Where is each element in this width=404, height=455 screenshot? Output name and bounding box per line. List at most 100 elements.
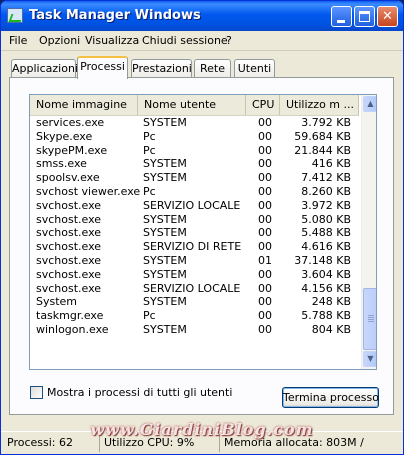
close-icon: ✕	[382, 9, 393, 24]
scrollbar-thumb[interactable]	[363, 288, 376, 350]
table-row[interactable]: svchost.exe SERVIZIO LOCALE 00 4.156 KB	[30, 282, 359, 296]
process-cpu: 00	[258, 267, 272, 281]
tab-utenti[interactable]: Utenti	[234, 59, 275, 78]
process-memory: 804 KB	[311, 323, 351, 336]
process-user-name: SYSTEM	[143, 116, 187, 129]
menu-help[interactable]: ?	[226, 34, 232, 47]
tab-applicazioni[interactable]: Applicazioni	[11, 59, 78, 78]
process-image-name: svchost.exe	[36, 254, 102, 267]
process-image-name: svchost.exe	[36, 198, 102, 212]
vertical-scrollbar[interactable]: ▲ ▼	[361, 95, 376, 369]
task-manager-window: Task Manager Windows ✕ File Opzioni Visu…	[0, 0, 404, 455]
process-cpu: 00	[258, 116, 272, 129]
process-user-name: Pc	[143, 143, 156, 157]
grip-line	[368, 321, 374, 322]
process-image-name: taskmgr.exe	[36, 309, 104, 323]
process-cpu: 00	[258, 212, 272, 226]
watermark: www.GiardiniBlog.com	[90, 420, 314, 439]
process-user-name: SYSTEM	[143, 295, 187, 309]
process-memory: 8.260 KB	[301, 185, 351, 198]
menu-visualizza[interactable]: Visualizza	[85, 34, 139, 47]
column-header-user-name[interactable]: Nome utente	[138, 95, 246, 115]
process-image-name: smss.exe	[36, 157, 87, 171]
process-user-name: SYSTEM	[143, 226, 187, 240]
column-header-image-name[interactable]: Nome immagine	[30, 95, 138, 115]
close-button[interactable]: ✕	[377, 6, 398, 27]
end-process-button[interactable]: Termina processo	[282, 387, 379, 408]
process-memory: 4.616 KB	[301, 240, 351, 254]
process-memory: 37.148 KB	[294, 254, 351, 267]
process-image-name: winlogon.exe	[36, 323, 109, 336]
process-image-name: spoolsv.exe	[36, 171, 100, 185]
grip-line	[368, 315, 374, 316]
scroll-down-arrow-icon: ▼	[367, 354, 374, 363]
table-row[interactable]: System SYSTEM 00 248 KB	[30, 295, 359, 309]
table-row[interactable]: svchost.exe SYSTEM 00 5.488 KB	[30, 226, 359, 240]
process-user-name: SERVIZIO DI RETE	[143, 240, 242, 254]
process-image-name: svchost.exe	[36, 226, 102, 240]
minimize-icon	[337, 20, 345, 23]
process-user-name: SYSTEM	[143, 212, 187, 226]
menu-file[interactable]: File	[9, 34, 27, 47]
table-row[interactable]: smss.exe SYSTEM 00 416 KB	[30, 157, 359, 171]
process-image-name: svchost.exe	[36, 212, 102, 226]
process-memory: 5.080 KB	[301, 212, 351, 226]
process-user-name: Pc	[143, 309, 156, 323]
table-row[interactable]: skypePM.exe Pc 00 21.844 KB	[30, 144, 359, 158]
process-user-name: SYSTEM	[143, 157, 187, 171]
process-user-name: SERVIZIO LOCALE	[143, 198, 241, 212]
tab-rete[interactable]: Rete	[194, 59, 231, 78]
process-memory: 59.684 KB	[294, 129, 351, 143]
menu-opzioni[interactable]: Opzioni	[39, 34, 80, 47]
process-image-name: svchost.exe	[36, 267, 102, 281]
maximize-button[interactable]	[354, 6, 375, 27]
process-image-name: Skype.exe	[36, 129, 93, 143]
scroll-up-button[interactable]: ▲	[363, 96, 376, 112]
process-memory: 3.792 KB	[301, 116, 351, 129]
table-row[interactable]: services.exe SYSTEM 00 3.792 KB	[30, 116, 359, 130]
process-user-name: SYSTEM	[143, 267, 187, 281]
process-cpu: 00	[258, 157, 272, 171]
grip-line	[368, 317, 374, 318]
table-row[interactable]: svchost.exe SYSTEM 00 5.080 KB	[30, 213, 359, 227]
process-image-name: svchost.exe	[36, 281, 102, 295]
process-image-name: services.exe	[36, 116, 105, 129]
column-header-memory[interactable]: Utilizzo m ...	[280, 95, 359, 115]
task-manager-icon	[7, 8, 23, 23]
process-image-name: skypePM.exe	[36, 143, 108, 157]
table-row[interactable]: svchost viewer.exe Pc 00 8.260 KB	[30, 185, 359, 199]
process-cpu: 00	[258, 185, 272, 198]
process-cpu: 00	[258, 198, 272, 212]
process-list[interactable]: Nome immagine Nome utente CPU Utilizzo m…	[29, 94, 377, 370]
tab-prestazioni[interactable]: Prestazioni	[131, 59, 192, 78]
window-title: Task Manager Windows	[29, 8, 201, 23]
tab-processi[interactable]: Processi	[77, 56, 128, 79]
title-bar[interactable]: Task Manager Windows ✕	[1, 1, 403, 31]
process-cpu: 01	[258, 254, 272, 267]
table-row[interactable]: svchost.exe SERVIZIO DI RETE 00 4.616 KB	[30, 240, 359, 254]
process-cpu: 00	[258, 143, 272, 157]
process-memory: 21.844 KB	[294, 143, 351, 157]
process-image-name: svchost viewer.exe	[36, 185, 141, 198]
minimize-button[interactable]	[331, 6, 352, 27]
show-all-users-checkbox[interactable]	[30, 386, 43, 399]
table-row[interactable]: svchost.exe SERVIZIO LOCALE 00 3.972 KB	[30, 199, 359, 213]
table-row[interactable]: spoolsv.exe SYSTEM 00 7.412 KB	[30, 171, 359, 185]
scroll-down-button[interactable]: ▼	[363, 351, 376, 367]
table-row[interactable]: svchost.exe SYSTEM 01 37.148 KB	[30, 254, 359, 268]
menu-chiudi-sessione[interactable]: Chiudi sessione	[142, 34, 228, 47]
process-cpu: 00	[258, 226, 272, 240]
process-cpu: 00	[258, 129, 272, 143]
list-header: Nome immagine Nome utente CPU Utilizzo m…	[30, 95, 359, 116]
table-row[interactable]: Skype.exe Pc 00 59.684 KB	[30, 130, 359, 144]
process-user-name: SYSTEM	[143, 171, 187, 185]
process-memory: 5.788 KB	[301, 309, 351, 323]
table-row[interactable]: svchost.exe SYSTEM 00 3.604 KB	[30, 268, 359, 282]
column-header-cpu[interactable]: CPU	[246, 95, 280, 115]
show-all-users-label[interactable]: Mostra i processi di tutti gli utenti	[47, 386, 232, 399]
table-row[interactable]: winlogon.exe SYSTEM 00 804 KB	[30, 323, 359, 337]
process-cpu: 00	[258, 295, 272, 309]
process-memory: 5.488 KB	[301, 226, 351, 240]
table-row[interactable]: taskmgr.exe Pc 00 5.788 KB	[30, 309, 359, 323]
process-memory: 7.412 KB	[301, 171, 351, 185]
